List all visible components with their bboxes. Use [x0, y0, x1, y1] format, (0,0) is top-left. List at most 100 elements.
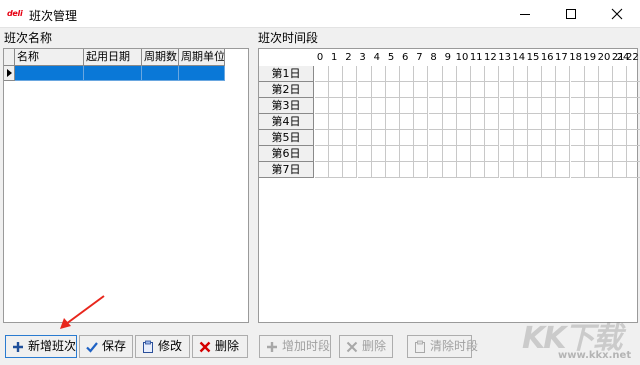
- maximize-button[interactable]: [548, 0, 594, 28]
- time-slot-cell[interactable]: [329, 66, 344, 82]
- time-slot-cell[interactable]: [315, 114, 329, 130]
- time-slot-cell[interactable]: [457, 130, 471, 146]
- time-slot-cell[interactable]: [315, 146, 329, 162]
- time-slot-cell[interactable]: [542, 98, 557, 114]
- column-header-cycle-unit[interactable]: 周期单位: [179, 49, 225, 66]
- time-slot-cell[interactable]: [343, 130, 358, 146]
- time-slot-cell[interactable]: [329, 114, 344, 130]
- time-slot-cell[interactable]: [613, 98, 628, 114]
- column-header-name[interactable]: 名称: [15, 49, 84, 66]
- delete-period-button[interactable]: 删除: [339, 335, 393, 358]
- time-slot-cell[interactable]: [542, 82, 557, 98]
- time-slot-cell[interactable]: [570, 82, 585, 98]
- time-slot-cell[interactable]: [357, 82, 372, 98]
- time-slot-cell[interactable]: [613, 162, 628, 178]
- time-slot-cell[interactable]: [315, 98, 329, 114]
- time-slot-cell[interactable]: [315, 82, 329, 98]
- time-slot-cell[interactable]: [584, 98, 599, 114]
- time-slot-cell[interactable]: [371, 82, 386, 98]
- time-slot-cell[interactable]: [457, 114, 471, 130]
- time-slot-cell[interactable]: [471, 98, 486, 114]
- column-header-start-date[interactable]: 起用日期: [84, 49, 142, 66]
- time-slot-cell[interactable]: [599, 66, 613, 82]
- time-slot-cell[interactable]: [485, 146, 500, 162]
- time-slot-cell[interactable]: [442, 162, 457, 178]
- time-slot-cell[interactable]: [428, 82, 443, 98]
- cell-cycle-count[interactable]: [142, 66, 179, 81]
- time-slot-cell[interactable]: [428, 66, 443, 82]
- time-slot-cell[interactable]: [442, 66, 457, 82]
- time-slot-cell[interactable]: [513, 162, 528, 178]
- time-slot-cell[interactable]: [414, 130, 429, 146]
- time-slot-cell[interactable]: [528, 66, 542, 82]
- time-slot-cell[interactable]: [528, 114, 542, 130]
- minimize-button[interactable]: [502, 0, 548, 28]
- time-slot-cell[interactable]: [442, 130, 457, 146]
- time-slot-cell[interactable]: [357, 98, 372, 114]
- time-slot-cell[interactable]: [371, 130, 386, 146]
- add-period-button[interactable]: 增加时段: [259, 335, 331, 358]
- time-slot-cell[interactable]: [471, 146, 486, 162]
- shift-list-grid[interactable]: 名称 起用日期 周期数 周期单位: [3, 48, 249, 323]
- time-slot-cell[interactable]: [556, 66, 571, 82]
- time-slot-cell[interactable]: [556, 98, 571, 114]
- time-slot-cell[interactable]: [371, 146, 386, 162]
- time-slot-cell[interactable]: [570, 98, 585, 114]
- time-slot-cell[interactable]: [556, 130, 571, 146]
- time-slot-cell[interactable]: [471, 66, 486, 82]
- time-slot-cell[interactable]: [485, 82, 500, 98]
- time-slot-cell[interactable]: [315, 66, 329, 82]
- time-slot-cell[interactable]: [499, 82, 514, 98]
- time-slot-cell[interactable]: [485, 114, 500, 130]
- time-slot-cell[interactable]: [513, 66, 528, 82]
- time-slot-cell[interactable]: [584, 82, 599, 98]
- cell-cycle-unit[interactable]: [179, 66, 225, 81]
- time-slot-cell[interactable]: [599, 162, 613, 178]
- time-slot-cell[interactable]: [485, 98, 500, 114]
- time-slot-cell[interactable]: [315, 130, 329, 146]
- time-slot-cell[interactable]: [329, 162, 344, 178]
- time-slot-cell[interactable]: [357, 114, 372, 130]
- time-slot-cell[interactable]: [414, 66, 429, 82]
- time-slot-cell[interactable]: [428, 162, 443, 178]
- time-period-grid[interactable]: 24 0123456789101112131415161718192021222…: [258, 48, 640, 323]
- time-slot-cell[interactable]: [400, 98, 415, 114]
- time-slot-cell[interactable]: [613, 82, 628, 98]
- time-slot-cell[interactable]: [499, 114, 514, 130]
- table-row[interactable]: [4, 66, 225, 81]
- time-slot-cell[interactable]: [343, 162, 358, 178]
- time-slot-cell[interactable]: [570, 130, 585, 146]
- close-button[interactable]: [594, 0, 640, 28]
- time-slot-cell[interactable]: [499, 98, 514, 114]
- time-slot-cell[interactable]: [428, 98, 443, 114]
- time-slot-cell[interactable]: [386, 98, 400, 114]
- time-slot-cell[interactable]: [613, 130, 628, 146]
- time-slot-cell[interactable]: [599, 146, 613, 162]
- time-slot-cell[interactable]: [513, 146, 528, 162]
- time-slot-cell[interactable]: [371, 98, 386, 114]
- time-slot-cell[interactable]: [414, 82, 429, 98]
- time-slot-cell[interactable]: [357, 130, 372, 146]
- time-slot-cell[interactable]: [400, 162, 415, 178]
- time-slot-cell[interactable]: [513, 98, 528, 114]
- time-slot-cell[interactable]: [584, 114, 599, 130]
- time-slot-cell[interactable]: [442, 114, 457, 130]
- time-slot-cell[interactable]: [513, 82, 528, 98]
- time-slot-cell[interactable]: [528, 82, 542, 98]
- time-slot-cell[interactable]: [513, 130, 528, 146]
- time-slot-cell[interactable]: [570, 146, 585, 162]
- time-slot-cell[interactable]: [542, 114, 557, 130]
- time-slot-cell[interactable]: [315, 162, 329, 178]
- time-slot-cell[interactable]: [599, 82, 613, 98]
- time-slot-cell[interactable]: [485, 162, 500, 178]
- cell-name[interactable]: [15, 66, 84, 81]
- time-slot-cell[interactable]: [627, 82, 640, 98]
- time-slot-cell[interactable]: [542, 130, 557, 146]
- time-slot-cell[interactable]: [329, 82, 344, 98]
- time-slot-cell[interactable]: [584, 130, 599, 146]
- time-slot-cell[interactable]: [343, 146, 358, 162]
- time-slot-cell[interactable]: [627, 130, 640, 146]
- time-slot-cell[interactable]: [457, 82, 471, 98]
- time-slot-cell[interactable]: [442, 82, 457, 98]
- time-slot-cell[interactable]: [428, 114, 443, 130]
